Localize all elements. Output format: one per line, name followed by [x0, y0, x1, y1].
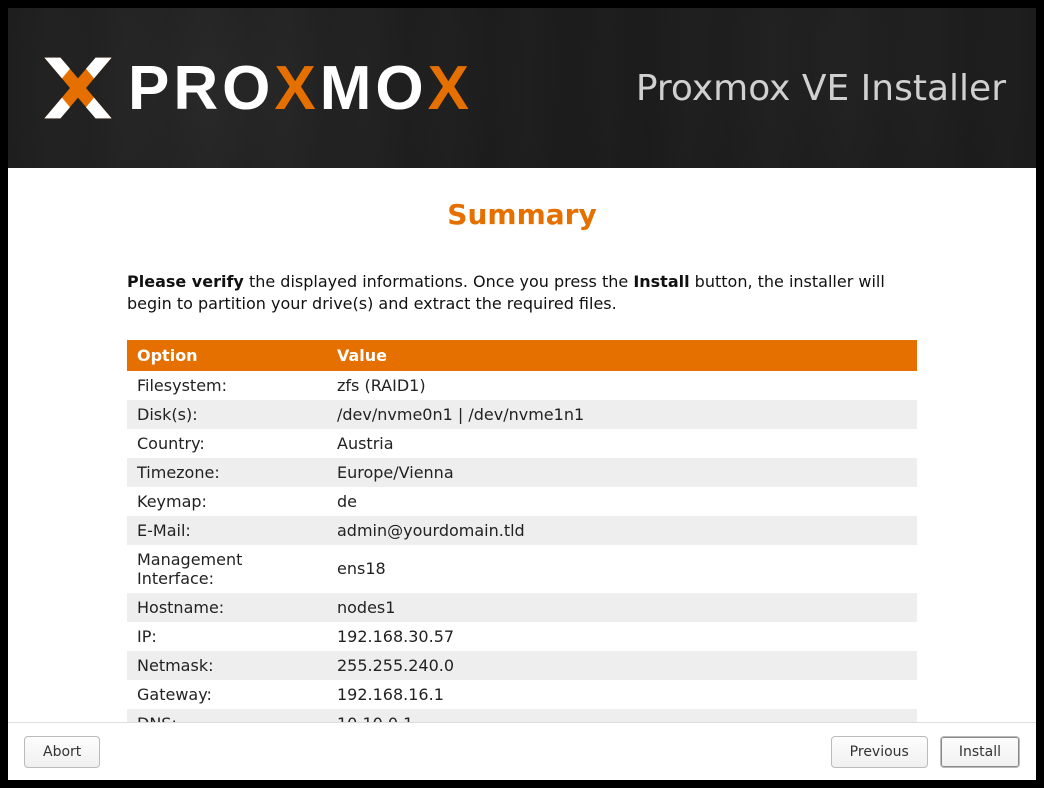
- intro-bold-install: Install: [633, 272, 689, 291]
- footer-bar: Abort Previous Install: [8, 722, 1036, 780]
- cell-option: Netmask:: [127, 651, 327, 680]
- table-row: Timezone:Europe/Vienna: [127, 458, 917, 487]
- table-row: E-Mail:admin@yourdomain.tld: [127, 516, 917, 545]
- cell-value: Austria: [327, 429, 917, 458]
- cell-value: Europe/Vienna: [327, 458, 917, 487]
- cell-value: zfs (RAID1): [327, 371, 917, 400]
- page-heading: Summary: [8, 198, 1036, 231]
- table-row: Netmask:255.255.240.0: [127, 651, 917, 680]
- table-row: Gateway:192.168.16.1: [127, 680, 917, 709]
- content-area: Summary Please verify the displayed info…: [8, 168, 1036, 722]
- cell-value: 192.168.30.57: [327, 622, 917, 651]
- cell-value: /dev/nvme0n1 | /dev/nvme1n1: [327, 400, 917, 429]
- cell-option: Gateway:: [127, 680, 327, 709]
- brand-text: PROXMOX: [128, 53, 473, 124]
- cell-value: 192.168.16.1: [327, 680, 917, 709]
- table-row: Hostname:nodes1: [127, 593, 917, 622]
- table-row: Disk(s):/dev/nvme0n1 | /dev/nvme1n1: [127, 400, 917, 429]
- cell-option: Country:: [127, 429, 327, 458]
- proxmox-x-icon: [38, 48, 118, 128]
- installer-title: Proxmox VE Installer: [636, 68, 1006, 109]
- abort-button[interactable]: Abort: [24, 736, 100, 768]
- cell-option: Timezone:: [127, 458, 327, 487]
- cell-value: ens18: [327, 545, 917, 593]
- col-header-value: Value: [327, 340, 917, 371]
- installer-window: PROXMOX Proxmox VE Installer Summary Ple…: [0, 0, 1044, 788]
- cell-option: Management Interface:: [127, 545, 327, 593]
- cell-option: DNS:: [127, 709, 327, 722]
- header-banner: PROXMOX Proxmox VE Installer: [8, 8, 1036, 168]
- table-row: Country:Austria: [127, 429, 917, 458]
- intro-mid: the displayed informations. Once you pre…: [244, 272, 633, 291]
- cell-value: de: [327, 487, 917, 516]
- cell-option: IP:: [127, 622, 327, 651]
- cell-option: Keymap:: [127, 487, 327, 516]
- intro-bold-verify: Please verify: [127, 272, 244, 291]
- cell-value: admin@yourdomain.tld: [327, 516, 917, 545]
- summary-table: Option Value Filesystem:zfs (RAID1)Disk(…: [127, 340, 917, 722]
- intro-text: Please verify the displayed informations…: [127, 271, 917, 316]
- install-button[interactable]: Install: [940, 736, 1020, 768]
- cell-option: Hostname:: [127, 593, 327, 622]
- cell-value: nodes1: [327, 593, 917, 622]
- table-row: Keymap:de: [127, 487, 917, 516]
- cell-option: Filesystem:: [127, 371, 327, 400]
- table-row: DNS:10.10.0.1: [127, 709, 917, 722]
- table-row: Management Interface:ens18: [127, 545, 917, 593]
- cell-option: E-Mail:: [127, 516, 327, 545]
- previous-button[interactable]: Previous: [831, 736, 928, 768]
- cell-option: Disk(s):: [127, 400, 327, 429]
- table-row: Filesystem:zfs (RAID1): [127, 371, 917, 400]
- cell-value: 10.10.0.1: [327, 709, 917, 722]
- brand-logo: PROXMOX: [38, 48, 473, 128]
- footer-right-group: Previous Install: [831, 736, 1020, 768]
- table-row: IP:192.168.30.57: [127, 622, 917, 651]
- cell-value: 255.255.240.0: [327, 651, 917, 680]
- col-header-option: Option: [127, 340, 327, 371]
